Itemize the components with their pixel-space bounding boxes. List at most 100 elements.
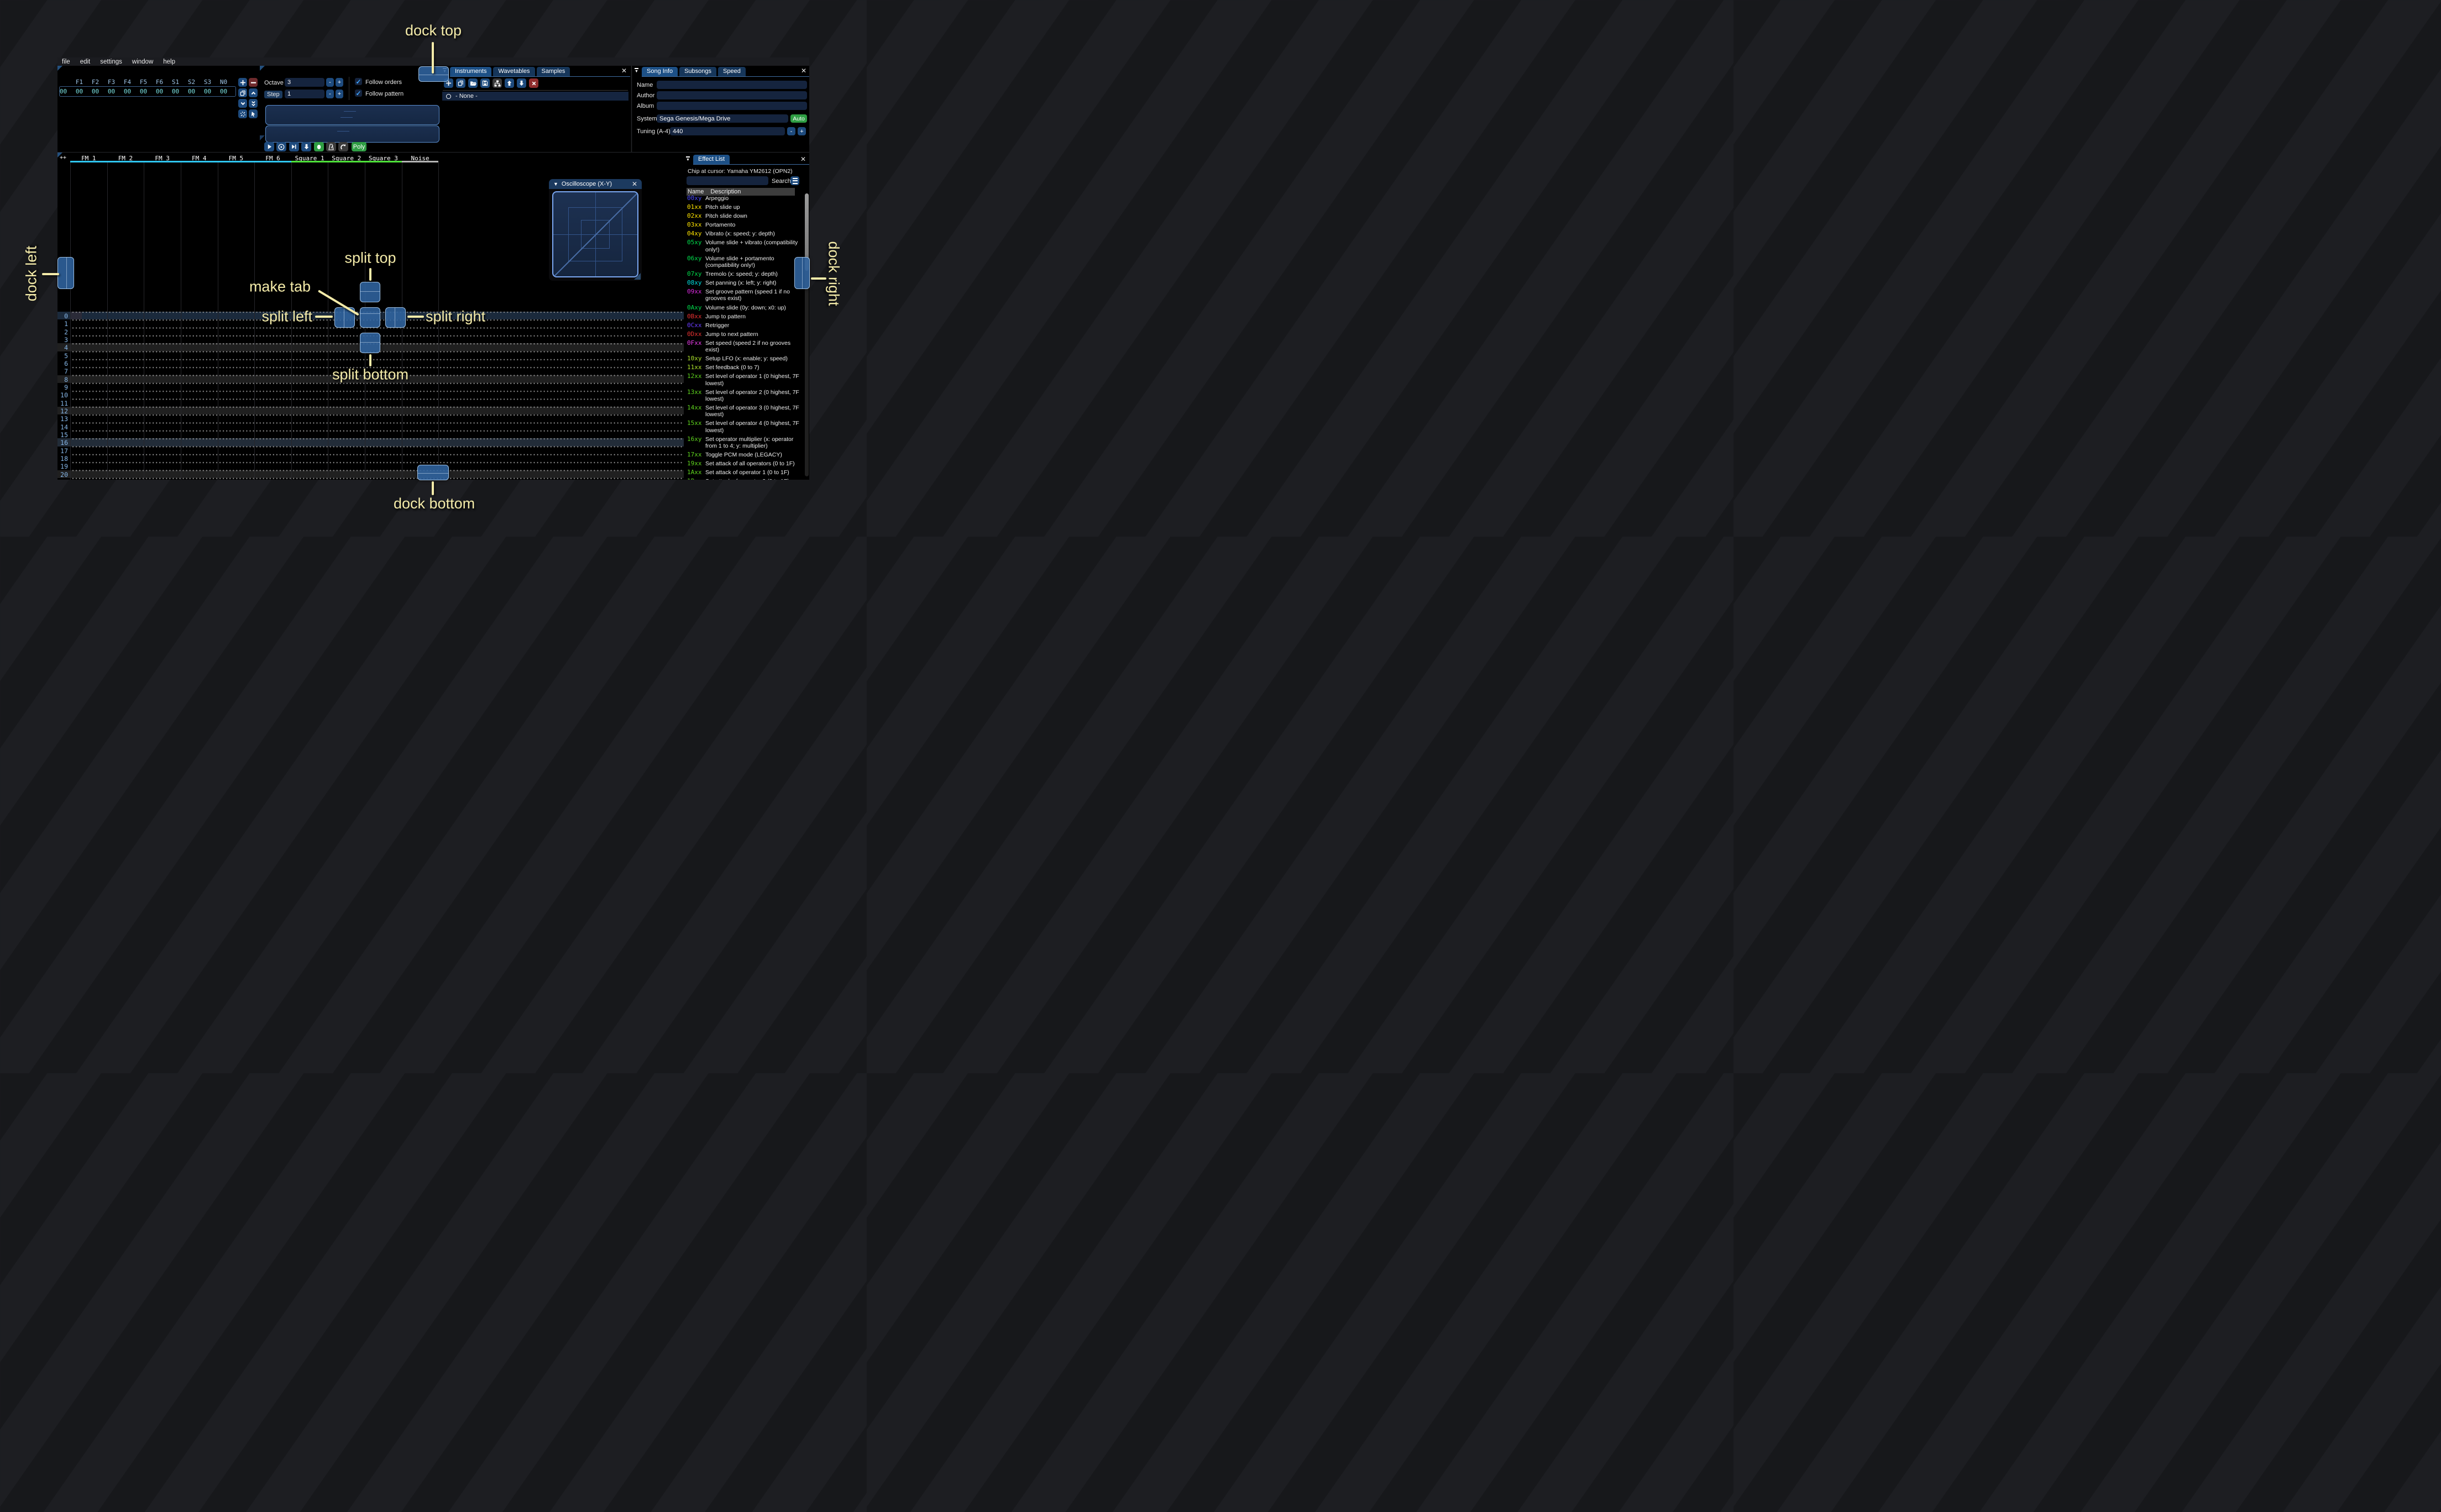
system-auto-button[interactable]: Auto (790, 114, 807, 123)
piano-keyboard-lower[interactable] (265, 125, 439, 143)
play-button[interactable] (264, 142, 274, 151)
close-icon[interactable]: ✕ (632, 181, 637, 187)
order-change-all-button[interactable] (249, 99, 258, 108)
octave-minus-button[interactable]: - (326, 78, 334, 87)
effect-code: 0Axy (687, 303, 702, 311)
collapse-panel-icon[interactable]: ▼ (686, 156, 690, 162)
effect-description: Arpeggio (705, 195, 729, 202)
close-icon[interactable]: ✕ (801, 67, 806, 74)
move-instrument-up-button[interactable] (505, 78, 514, 88)
oscilloscope-titlebar[interactable]: ▼ Oscilloscope (X-Y) ✕ (549, 179, 642, 189)
menu-item-file[interactable]: file (62, 59, 70, 65)
follow-pattern-checkbox[interactable]: ✓ (355, 90, 362, 97)
follow-orders-checkbox[interactable]: ✓ (355, 78, 362, 86)
poly-button[interactable]: Poly (352, 142, 366, 151)
deep-clone-order-button[interactable] (238, 109, 247, 118)
split-right-target[interactable] (385, 307, 406, 328)
dock-right-target[interactable] (794, 257, 810, 289)
tab-subsongs[interactable]: Subsongs (679, 67, 717, 76)
tab-samples[interactable]: Samples (536, 67, 570, 76)
save-instrument-button[interactable] (480, 78, 490, 88)
instrument-list-item[interactable]: - None - (442, 92, 628, 101)
resize-grip-icon[interactable] (634, 273, 641, 280)
system-input[interactable]: Sega Genesis/Mega Drive (657, 114, 788, 123)
octave-plus-button[interactable]: + (336, 78, 343, 87)
menu-item-edit[interactable]: edit (80, 59, 91, 65)
duplicate-instrument-button[interactable] (456, 78, 465, 88)
delete-instrument-button[interactable] (529, 78, 538, 88)
play-row-button[interactable] (289, 142, 299, 151)
play-pattern-button[interactable] (276, 142, 287, 151)
instrument-dir-button[interactable] (493, 78, 502, 88)
tuning-minus-button[interactable]: - (787, 127, 795, 135)
tuning-plus-button[interactable]: + (798, 127, 806, 135)
tab-instruments[interactable]: Instruments (450, 67, 492, 76)
channel-separator (254, 162, 255, 480)
song-name-input[interactable] (657, 81, 807, 89)
scrollbar-track[interactable] (805, 193, 809, 476)
tuning-input[interactable]: 440 (670, 127, 785, 135)
open-instrument-button[interactable] (468, 78, 478, 88)
order-cell[interactable]: 00 (216, 88, 232, 95)
effect-search-input[interactable] (687, 176, 768, 185)
add-order-button[interactable] (238, 78, 247, 87)
tab-song-info[interactable]: Song Info (642, 67, 678, 76)
close-icon[interactable]: ✕ (800, 156, 806, 162)
tab-speed[interactable]: Speed (718, 67, 746, 76)
octave-input[interactable]: 3 (285, 78, 324, 87)
menu-item-help[interactable]: help (163, 59, 175, 65)
order-cell[interactable]: 00 (103, 88, 119, 95)
step-down-button[interactable] (301, 142, 312, 151)
order-row-index[interactable]: 00 (55, 88, 71, 95)
song-author-input[interactable] (657, 91, 807, 99)
step-minus-button[interactable]: - (326, 90, 334, 98)
order-cell[interactable]: 00 (167, 88, 184, 95)
step-plus-button[interactable]: + (336, 90, 343, 98)
effect-description: Jump to pattern (705, 313, 746, 320)
move-order-down-button[interactable] (238, 99, 247, 108)
remove-order-button[interactable] (249, 78, 258, 87)
tab-wavetables[interactable]: Wavetables (493, 67, 535, 76)
step-icon (291, 144, 297, 150)
make-tab-target[interactable] (360, 307, 380, 328)
split-bottom-target[interactable] (360, 333, 380, 353)
effect-description: Set panning (x: left; y: right) (705, 280, 777, 287)
move-order-up-button[interactable] (249, 88, 258, 97)
order-cell[interactable]: 00 (184, 88, 200, 95)
step-label: Step (264, 91, 282, 98)
order-cell[interactable]: 00 (71, 88, 87, 95)
collapse-panel-icon[interactable]: ▼ (635, 68, 638, 74)
piano-keyboard-upper[interactable] (265, 105, 439, 125)
order-cell[interactable]: 00 (151, 88, 167, 95)
effect-description: Set attack of all operators (0 to 1F) (705, 460, 795, 467)
split-top-target[interactable] (360, 282, 380, 302)
dock-left-label: dock left (23, 245, 40, 302)
dock-bottom-target[interactable] (417, 465, 449, 480)
stop-button[interactable] (313, 142, 324, 151)
tab-effect-list[interactable]: Effect List (693, 155, 730, 164)
close-icon[interactable]: ✕ (621, 67, 627, 74)
channel-color-bar (291, 161, 328, 162)
effect-code: 0Fxx (687, 339, 702, 347)
order-edit-mode-button[interactable] (249, 109, 258, 118)
menu-item-window[interactable]: window (132, 59, 153, 65)
step-input[interactable]: 1 (285, 90, 324, 98)
collapse-window-icon[interactable]: ▼ (553, 181, 558, 187)
duplicate-order-button[interactable] (238, 88, 247, 97)
move-instrument-down-button[interactable] (517, 78, 526, 88)
effect-list-menu-button[interactable] (790, 176, 799, 185)
dock-left-target[interactable] (57, 257, 74, 289)
order-cell[interactable]: 00 (135, 88, 151, 95)
expand-channels-button[interactable]: ++ (60, 155, 66, 161)
order-cell[interactable]: 00 (200, 88, 216, 95)
menu-item-settings[interactable]: settings (100, 59, 122, 65)
order-cell[interactable]: 00 (87, 88, 103, 95)
song-album-input[interactable] (657, 102, 807, 110)
chevron-up-icon (250, 90, 256, 96)
repeat-button[interactable] (338, 142, 349, 151)
effect-description: Pitch slide down (705, 213, 747, 220)
double-chevron-down-icon (250, 101, 256, 107)
order-cell[interactable]: 00 (119, 88, 135, 95)
channel-separator (107, 162, 108, 480)
metronome-button[interactable] (326, 142, 336, 151)
